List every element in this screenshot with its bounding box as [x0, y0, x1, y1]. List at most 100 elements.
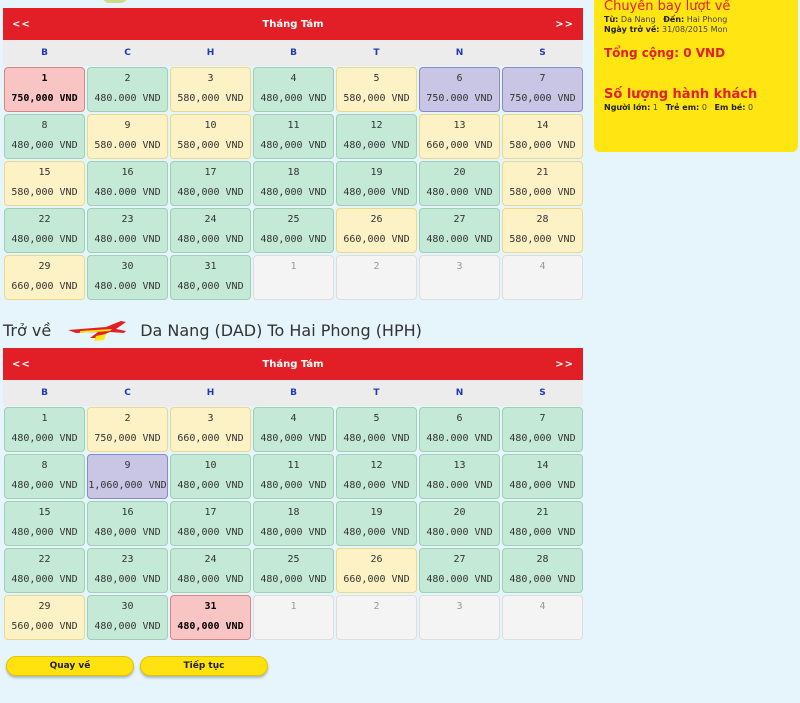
day-number: 25	[287, 214, 300, 225]
calendar-day-cell[interactable]: 29 560,000 VND	[4, 595, 85, 640]
adults-label: Người lớn:	[604, 103, 651, 112]
outbound-prev-month-button[interactable]: <<	[12, 19, 31, 30]
day-number: 19	[370, 167, 383, 178]
calendar-day-cell[interactable]: 24 480,000 VND	[170, 208, 251, 253]
calendar-day-cell[interactable]: 20 480.000 VND	[419, 501, 500, 546]
calendar-day-cell[interactable]: 7 750,000 VND	[502, 67, 583, 112]
calendar-day-cell[interactable]: 10 580,000 VND	[170, 114, 251, 159]
calendar-day-cell[interactable]: 31 480,000 VND	[170, 255, 251, 300]
calendar-day-cell[interactable]: 14 580,000 VND	[502, 114, 583, 159]
calendar-day-cell[interactable]: 24 480,000 VND	[170, 548, 251, 593]
calendar-day-cell[interactable]: 2 480.000 VND	[87, 67, 168, 112]
day-number: 3	[207, 413, 214, 424]
calendar-day-cell[interactable]: 25 480,000 VND	[253, 208, 334, 253]
day-number: 11	[287, 460, 300, 471]
day-number: 27	[453, 214, 466, 225]
passenger-count-title: Số lượng hành khách	[604, 87, 758, 102]
calendar-day-cell[interactable]: 20 480.000 VND	[419, 161, 500, 206]
calendar-day-cell[interactable]: 26 660,000 VND	[336, 208, 417, 253]
day-price: 480,000 VND	[94, 574, 161, 585]
calendar-day-cell[interactable]: 1 750,000 VND	[4, 67, 85, 112]
day-number: 21	[536, 507, 549, 518]
calendar-day-cell[interactable]: 13 480.000 VND	[419, 454, 500, 499]
calendar-day-cell[interactable]: 30 480.000 VND	[87, 255, 168, 300]
day-number: 20	[453, 167, 466, 178]
calendar-day-cell[interactable]: 18 480,000 VND	[253, 501, 334, 546]
calendar-day-cell[interactable]: 8 480,000 VND	[4, 454, 85, 499]
calendar-day-cell[interactable]: 1 480,000 VND	[4, 407, 85, 452]
calendar-day-empty: 3	[419, 255, 500, 300]
calendar-day-cell[interactable]: 26 660,000 VND	[336, 548, 417, 593]
day-price: 1,060,000 VND	[88, 480, 167, 491]
calendar-day-cell[interactable]: 11 480,000 VND	[253, 114, 334, 159]
calendar-day-cell[interactable]: 28 580,000 VND	[502, 208, 583, 253]
calendar-day-cell[interactable]: 6 480.000 VND	[419, 407, 500, 452]
return-next-month-button[interactable]: >>	[555, 359, 574, 370]
calendar-day-cell[interactable]: 2 750,000 VND	[87, 407, 168, 452]
day-price: 660,000 VND	[177, 433, 244, 444]
calendar-day-cell[interactable]: 17 480,000 VND	[170, 501, 251, 546]
return-route-text: Da Nang (DAD) To Hai Phong (HPH)	[140, 320, 422, 340]
day-price: 480,000 VND	[509, 527, 576, 538]
calendar-day-cell[interactable]: 13 660,000 VND	[419, 114, 500, 159]
calendar-day-cell[interactable]: 19 480,000 VND	[336, 501, 417, 546]
calendar-day-cell[interactable]: 15 580,000 VND	[4, 161, 85, 206]
to-label: Đến:	[663, 15, 685, 24]
continue-button[interactable]: Tiếp tục	[140, 656, 268, 676]
calendar-day-cell[interactable]: 7 480,000 VND	[502, 407, 583, 452]
calendar-day-cell[interactable]: 31 480,000 VND	[170, 595, 251, 640]
calendar-day-cell[interactable]: 16 480.000 VND	[87, 161, 168, 206]
calendar-day-cell[interactable]: 21 580,000 VND	[502, 161, 583, 206]
calendar-day-cell[interactable]: 23 480.000 VND	[87, 208, 168, 253]
back-button[interactable]: Quay về	[6, 656, 134, 676]
calendar-day-cell[interactable]: 4 480,000 VND	[253, 407, 334, 452]
day-number: 24	[204, 214, 217, 225]
outbound-next-month-button[interactable]: >>	[555, 19, 574, 30]
calendar-day-cell[interactable]: 21 480,000 VND	[502, 501, 583, 546]
calendar-day-cell[interactable]: 5 480,000 VND	[336, 407, 417, 452]
day-price: 480,000 VND	[509, 433, 576, 444]
calendar-day-cell[interactable]: 5 580,000 VND	[336, 67, 417, 112]
day-price: 480,000 VND	[260, 140, 327, 151]
calendar-day-cell[interactable]: 28 480,000 VND	[502, 548, 583, 593]
calendar-day-cell[interactable]: 10 480,000 VND	[170, 454, 251, 499]
day-number: 26	[370, 214, 383, 225]
calendar-day-cell[interactable]: 19 480,000 VND	[336, 161, 417, 206]
day-price: 480,000 VND	[343, 527, 410, 538]
calendar-day-cell[interactable]: 27 480.000 VND	[419, 548, 500, 593]
calendar-day-cell[interactable]: 3 660,000 VND	[170, 407, 251, 452]
day-price: 480,000 VND	[177, 621, 244, 632]
calendar-day-cell[interactable]: 15 480,000 VND	[4, 501, 85, 546]
calendar-day-cell[interactable]: 30 480,000 VND	[87, 595, 168, 640]
calendar-day-cell[interactable]: 23 480,000 VND	[87, 548, 168, 593]
calendar-day-cell[interactable]: 22 480,000 VND	[4, 208, 85, 253]
calendar-day-cell[interactable]: 6 750.000 VND	[419, 67, 500, 112]
summary-date-line: Ngày trở về: 31/08/2015 Mon	[604, 25, 788, 34]
calendar-day-cell[interactable]: 17 480,000 VND	[170, 161, 251, 206]
return-prev-month-button[interactable]: <<	[12, 359, 31, 370]
calendar-day-cell[interactable]: 29 660,000 VND	[4, 255, 85, 300]
day-price: 480,000 VND	[11, 234, 78, 245]
day-number: 20	[453, 507, 466, 518]
calendar-day-cell[interactable]: 4 480,000 VND	[253, 67, 334, 112]
day-number: 5	[373, 413, 380, 424]
day-number: 10	[204, 120, 217, 131]
calendar-day-cell[interactable]: 14 480,000 VND	[502, 454, 583, 499]
calendar-day-cell[interactable]: 8 480,000 VND	[4, 114, 85, 159]
calendar-day-cell[interactable]: 25 480,000 VND	[253, 548, 334, 593]
calendar-day-cell[interactable]: 12 480,000 VND	[336, 114, 417, 159]
day-price: 480.000 VND	[426, 234, 493, 245]
calendar-day-cell[interactable]: 12 480,000 VND	[336, 454, 417, 499]
calendar-day-cell[interactable]: 9 1,060,000 VND	[87, 454, 168, 499]
calendar-day-cell[interactable]: 11 480,000 VND	[253, 454, 334, 499]
calendar-day-cell[interactable]: 27 480.000 VND	[419, 208, 500, 253]
return-label: Trở về	[3, 320, 52, 340]
calendar-day-cell[interactable]: 9 580.000 VND	[87, 114, 168, 159]
calendar-day-cell[interactable]: 16 480,000 VND	[87, 501, 168, 546]
day-number: 11	[287, 120, 300, 131]
calendar-day-cell[interactable]: 22 480,000 VND	[4, 548, 85, 593]
total-price: Tổng cộng: 0 VND	[604, 46, 726, 60]
calendar-day-cell[interactable]: 3 580,000 VND	[170, 67, 251, 112]
calendar-day-cell[interactable]: 18 480,000 VND	[253, 161, 334, 206]
day-number: 2	[124, 413, 131, 424]
